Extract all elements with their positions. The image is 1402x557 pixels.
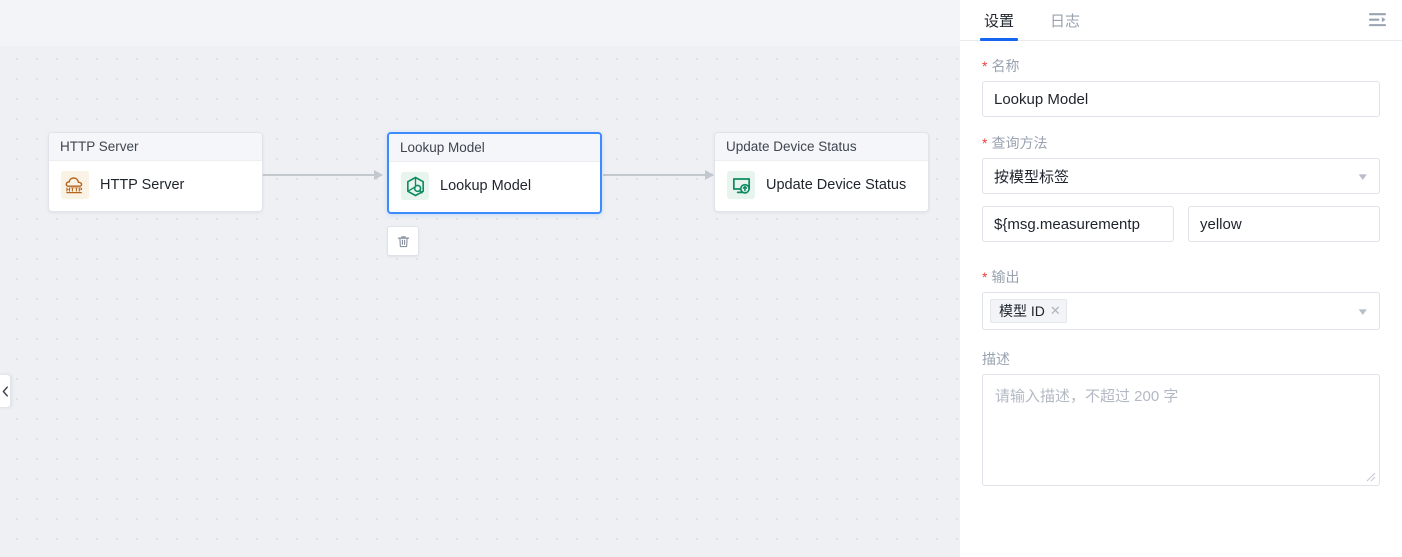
field-description-label: 描述: [982, 352, 1380, 366]
node-header: HTTP Server: [49, 133, 262, 161]
properties-panel: 设置 日志 * 名称 Lookup Model * 查询方法 按模型标签 ▾ $…: [960, 0, 1402, 557]
query-value-input-value: yellow: [1200, 215, 1242, 233]
node-header-label: Update Device Status: [726, 139, 857, 154]
field-query-method-label-text: 查询方法: [991, 135, 1048, 151]
output-tag[interactable]: 模型 ID ✕: [990, 299, 1067, 323]
node-lookup-model[interactable]: Lookup Model Lookup Model: [387, 132, 602, 214]
http-cloud-icon: HTTP: [61, 171, 89, 199]
editor-topbar: [0, 0, 960, 46]
chevron-left-icon: [2, 385, 8, 397]
field-query-method: * 查询方法 按模型标签 ▾ ${msg.measurementp yellow: [982, 136, 1380, 242]
trash-icon: [397, 235, 409, 247]
node-body: Lookup Model: [389, 162, 600, 212]
field-name-label: * 名称: [982, 59, 1380, 73]
name-input-value: Lookup Model: [994, 90, 1089, 108]
query-key-input[interactable]: ${msg.measurementp: [982, 206, 1174, 242]
tab-settings[interactable]: 设置: [979, 10, 1019, 41]
svg-text:HTTP: HTTP: [66, 187, 83, 193]
resize-handle-icon[interactable]: [1366, 472, 1376, 482]
field-output-label: * 输出: [982, 270, 1380, 284]
sidebar-collapse-handle[interactable]: [0, 374, 11, 408]
output-multiselect[interactable]: 模型 ID ✕ ▾: [982, 292, 1380, 330]
node-label: Update Device Status: [766, 177, 907, 193]
tab-logs-label: 日志: [1050, 13, 1081, 30]
hexagon-search-icon: [401, 172, 429, 200]
node-http-server[interactable]: HTTP Server HTTP HTTP Server: [48, 132, 263, 212]
field-description-label-text: 描述: [982, 351, 1010, 367]
required-asterisk: *: [982, 58, 988, 74]
node-label: Lookup Model: [440, 178, 532, 194]
menu-fold-icon: [1368, 12, 1386, 26]
field-query-method-label: * 查询方法: [982, 136, 1380, 150]
field-name: * 名称 Lookup Model: [982, 59, 1380, 117]
description-textarea[interactable]: 请输入描述，不超过 200 字: [982, 374, 1380, 486]
required-asterisk: *: [982, 135, 988, 151]
node-header: Lookup Model: [389, 134, 600, 162]
node-body: Update Device Status: [715, 161, 928, 211]
field-description: 描述 请输入描述，不超过 200 字: [982, 352, 1380, 486]
node-header: Update Device Status: [715, 133, 928, 161]
node-update-device-status[interactable]: Update Device Status Update Device Statu…: [714, 132, 929, 212]
node-label: HTTP Server: [100, 177, 185, 193]
connector-http-to-lookup: [262, 170, 383, 180]
node-delete-button[interactable]: [387, 226, 419, 256]
monitor-update-icon: [727, 171, 755, 199]
field-output: * 输出 模型 ID ✕ ▾: [982, 270, 1380, 330]
flow-canvas[interactable]: HTTP Server HTTP HTTP Server Lookup Mode…: [0, 46, 960, 557]
chevron-down-icon: ▾: [1359, 305, 1368, 318]
required-asterisk: *: [982, 269, 988, 285]
tab-logs[interactable]: 日志: [1048, 10, 1082, 40]
query-key-input-value: ${msg.measurementp: [994, 215, 1140, 233]
query-value-input[interactable]: yellow: [1188, 206, 1380, 242]
query-method-select-value: 按模型标签: [994, 168, 1070, 186]
connector-lookup-to-update: [603, 170, 714, 180]
node-settings-form: * 名称 Lookup Model * 查询方法 按模型标签 ▾ ${msg.m…: [960, 41, 1402, 486]
query-key-value-row: ${msg.measurementp yellow: [982, 206, 1380, 242]
node-header-label: HTTP Server: [60, 139, 139, 154]
panel-tab-bar: 设置 日志: [960, 0, 1402, 41]
query-method-select[interactable]: 按模型标签 ▾: [982, 158, 1380, 194]
node-body: HTTP HTTP Server: [49, 161, 262, 211]
description-placeholder: 请输入描述，不超过 200 字: [995, 388, 1179, 405]
name-input[interactable]: Lookup Model: [982, 81, 1380, 117]
node-header-label: Lookup Model: [400, 140, 485, 155]
tab-settings-label: 设置: [984, 13, 1015, 30]
close-icon[interactable]: ✕: [1050, 303, 1061, 319]
app-root: Lookup Model HTTP Server HTTP: [0, 0, 1402, 557]
chevron-down-icon: ▾: [1359, 170, 1368, 183]
field-output-label-text: 输出: [991, 269, 1020, 285]
field-name-label-text: 名称: [991, 58, 1020, 74]
menu-fold-button[interactable]: [1365, 8, 1389, 32]
flow-editor-area: Lookup Model HTTP Server HTTP: [0, 0, 960, 557]
output-tag-label: 模型 ID: [999, 303, 1045, 319]
